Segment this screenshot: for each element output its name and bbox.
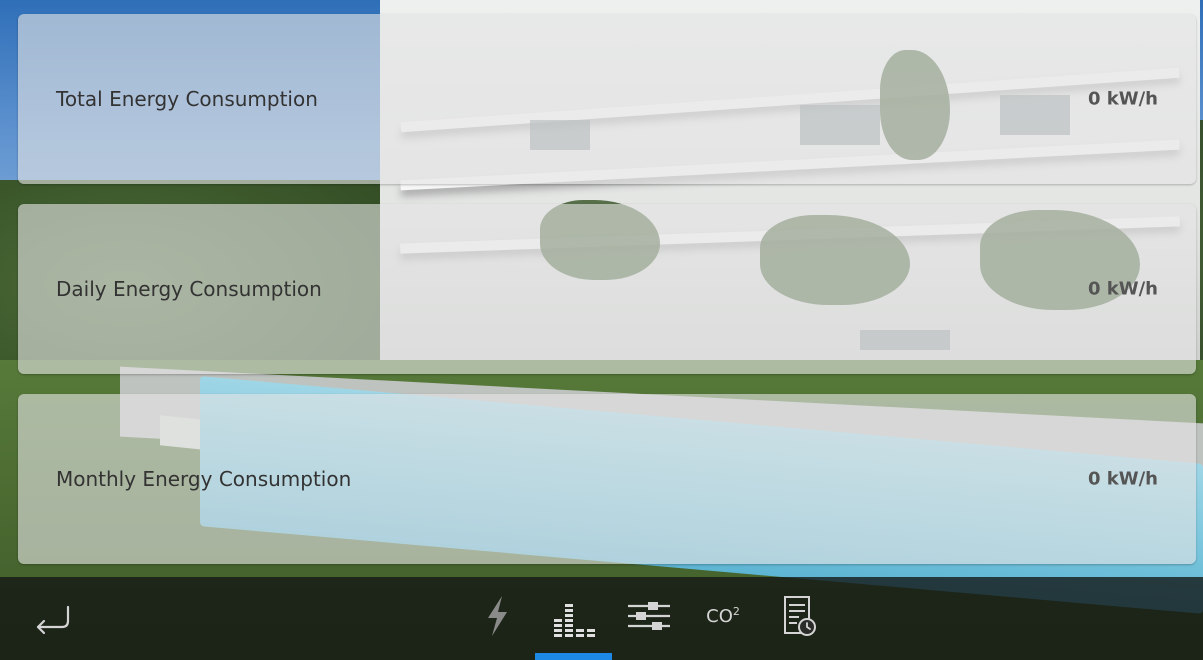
total-energy-label: Total Energy Consumption [56, 87, 318, 111]
bar-chart-icon [554, 604, 595, 637]
bottom-nav-bar: CO2 [0, 577, 1203, 660]
return-arrow-icon [36, 605, 70, 635]
daily-energy-label: Daily Energy Consumption [56, 277, 322, 301]
daily-energy-card: Daily Energy Consumption 0 kW/h [18, 204, 1196, 374]
back-button[interactable] [30, 599, 78, 639]
co2-icon: CO2 [706, 605, 740, 627]
lightning-icon [488, 596, 507, 636]
daily-energy-value: 0 kW/h [1087, 278, 1158, 300]
energy-consumption-screen: Total Energy Consumption 0 kW/h Daily En… [0, 0, 1203, 660]
sliders-icon [628, 602, 670, 630]
nav-report-button[interactable] [776, 591, 822, 641]
report-clock-icon [784, 596, 816, 636]
active-tab-indicator [535, 653, 612, 660]
nav-co2-button[interactable]: CO2 [700, 591, 746, 641]
total-energy-card: Total Energy Consumption 0 kW/h [18, 14, 1196, 184]
monthly-energy-card: Monthly Energy Consumption 0 kW/h [18, 394, 1196, 564]
nav-settings-button[interactable] [626, 591, 672, 641]
nav-consumption-button[interactable] [550, 591, 596, 641]
total-energy-value: 0 kW/h [1087, 88, 1158, 110]
monthly-energy-label: Monthly Energy Consumption [56, 467, 352, 491]
nav-power-button[interactable] [474, 591, 520, 641]
monthly-energy-value: 0 kW/h [1087, 468, 1158, 490]
